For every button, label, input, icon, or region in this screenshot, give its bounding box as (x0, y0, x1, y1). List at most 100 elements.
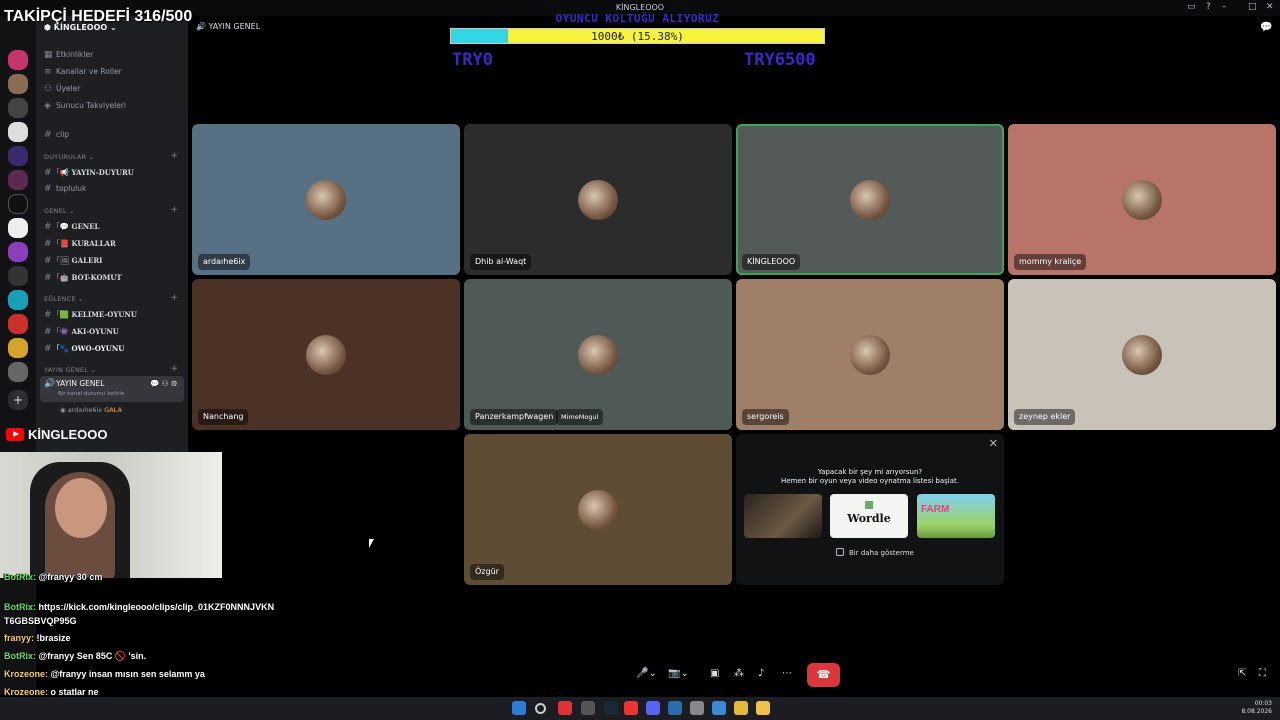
channel-aki-oyunu[interactable]: # ｢👾 AKI-OYUNU (44, 326, 119, 337)
channel-bot-komut[interactable]: # ｢🤖 BOT-KOMUT (44, 272, 122, 283)
discord-icon[interactable] (646, 701, 660, 715)
maximize-icon[interactable]: □ (1248, 2, 1257, 12)
chat-message: BotRix: https://kick.com/kingleooo/clips… (4, 602, 274, 612)
camera-off-icon[interactable]: 📷⌄ (668, 668, 689, 679)
search-icon[interactable] (535, 703, 546, 714)
app-icon[interactable] (581, 701, 595, 715)
fullscreen-icon[interactable]: ⛶ (1259, 668, 1266, 679)
chat-username: BotRix: (4, 602, 36, 612)
category-yayin[interactable]: YAYIN GENEL ⌄ (44, 366, 96, 374)
channel-clip[interactable]: # clip (44, 130, 69, 140)
participant-extra-tag: MimeMogul (556, 409, 604, 425)
participant-name: Özgür (470, 564, 504, 580)
server-icon[interactable] (8, 266, 28, 286)
category-eglence[interactable]: EĞLENCE ⌄ (44, 295, 84, 303)
microphone-icon[interactable]: 🎤⌄ (636, 668, 657, 679)
participant-tile[interactable]: sergoreis (736, 279, 1004, 430)
dont-show-again-checkbox[interactable]: Bir daha gösterme (836, 548, 914, 557)
app-icon[interactable] (734, 701, 748, 715)
server-rail: + (0, 16, 36, 694)
channel-galeri[interactable]: # ｢🖼 GALERI (44, 255, 102, 266)
add-channel-icon[interactable]: + (170, 364, 178, 374)
soundboard-icon[interactable]: ♪ (758, 668, 764, 679)
inbox-icon[interactable]: ▭ (1187, 2, 1196, 12)
participant-tile[interactable]: Özgür (464, 434, 732, 585)
channel-kurallar[interactable]: # ｢📕 KURALLAR (44, 238, 116, 249)
channel-topluluk[interactable]: # topluluk (44, 184, 86, 194)
disconnect-button[interactable]: ☎ (807, 663, 840, 687)
server-icon[interactable] (8, 314, 28, 334)
participant-tile[interactable]: ardaıhe6ix (192, 124, 460, 275)
participant-tile[interactable]: KİNGLEOOO (736, 124, 1004, 275)
voice-member[interactable]: ◉ ardaıhe6ix GALA (60, 406, 122, 414)
server-icon[interactable] (8, 242, 28, 262)
steam-icon[interactable] (604, 701, 618, 715)
participant-tile[interactable]: Dhib al-Waqt (464, 124, 732, 275)
participant-tile[interactable]: zeynep ekler (1008, 279, 1276, 430)
activities-icon[interactable]: ⁂ (734, 668, 744, 679)
activity-card-wordle[interactable]: Wordle (830, 494, 908, 538)
server-icon[interactable] (8, 338, 28, 358)
add-server-icon[interactable]: + (8, 390, 28, 410)
participant-name: Nanchang (198, 409, 249, 425)
add-channel-icon[interactable]: + (170, 151, 178, 161)
channel-kelime-oyunu[interactable]: # ｢🟩 KELIME-OYUNU (44, 309, 137, 320)
app-icon[interactable] (558, 701, 572, 715)
windows-start-icon[interactable] (512, 701, 526, 715)
app-icon[interactable] (624, 701, 638, 715)
server-icon[interactable] (8, 194, 28, 214)
youtube-icon (6, 428, 24, 441)
donation-progress-text: 1000₺ (15.38%) (591, 30, 684, 43)
minimize-icon[interactable]: – (1222, 2, 1227, 12)
server-icon[interactable] (8, 170, 28, 190)
channel-genel[interactable]: # ｢💬 GENEL (44, 221, 99, 232)
menu-members[interactable]: ⚇ Üyeler (44, 84, 80, 94)
activity-title: Yapacak bir şey mi arıyorsun? (817, 468, 923, 476)
channel-yayin-duyuru[interactable]: # ｢📢 YAYIN-DUYURU (44, 167, 134, 178)
app-icon[interactable] (712, 701, 726, 715)
chat-icon[interactable]: 💬 (1260, 22, 1272, 33)
activity-card-farm[interactable]: FARM (917, 494, 995, 538)
server-icon[interactable] (8, 98, 28, 118)
server-icon[interactable] (8, 218, 28, 238)
participant-tile[interactable]: Panzerkampfwagen MimeMogul (464, 279, 732, 430)
voice-channel-name: 🔊YAYIN GENEL (44, 379, 105, 389)
server-icon[interactable] (8, 74, 28, 94)
voice-channel-actions-icon[interactable]: 💬 ⚇ ⚙ (150, 379, 178, 388)
category-genel[interactable]: GENEL ⌄ (44, 207, 75, 215)
menu-channels-roles[interactable]: ≡ Kanallar ve Roller (44, 67, 122, 77)
channel-owo-oyunu[interactable]: # ｢🐾 OWO-OYUNU (44, 343, 124, 354)
participant-tile[interactable]: mommy kraliçe (1008, 124, 1276, 275)
close-icon[interactable]: ✕ (989, 437, 998, 450)
menu-boosts[interactable]: ◈ Sunucu Takviyeleri (44, 101, 126, 111)
server-icon[interactable] (8, 290, 28, 310)
close-icon[interactable]: ✕ (1266, 2, 1274, 12)
menu-events[interactable]: ▦ Etkinlikler (44, 50, 93, 60)
add-channel-icon[interactable]: + (170, 205, 178, 215)
clock[interactable]: 00:03 8.08.2026 (1241, 700, 1272, 716)
voice-channel-active[interactable]: 🔊YAYIN GENEL Bir kanal durumu belirle 💬 … (40, 376, 184, 402)
popout-icon[interactable]: ⇱ (1238, 668, 1246, 679)
server-icon[interactable] (8, 122, 28, 142)
avatar (578, 179, 618, 220)
settings-icon[interactable] (690, 701, 704, 715)
more-icon[interactable]: ⋯ (782, 668, 792, 679)
server-icon[interactable] (8, 146, 28, 166)
phone-hangup-icon: ☎ (816, 668, 831, 681)
server-icon[interactable] (8, 50, 28, 70)
call-controls: 🎤⌄ 📷⌄ ▣ ⁂ ♪ ⋯ ⇱ ⛶ (0, 660, 1280, 690)
help-icon[interactable]: ? (1206, 2, 1211, 12)
activity-card-game[interactable] (744, 494, 822, 538)
channel-status[interactable]: Bir kanal durumu belirle (58, 391, 124, 397)
add-channel-icon[interactable]: + (170, 293, 178, 303)
screen-share-icon[interactable]: ▣ (710, 668, 719, 679)
avatar (850, 334, 890, 375)
chat-username: BotRix: (4, 572, 36, 582)
category-duyurular[interactable]: DUYURULAR ⌄ (44, 153, 94, 161)
donation-progress-bar: 1000₺ (15.38%) (450, 28, 825, 44)
app-icon[interactable] (668, 701, 682, 715)
file-explorer-icon[interactable] (756, 701, 770, 715)
boost-icon: ◈ (44, 101, 51, 111)
participant-tile[interactable]: Nanchang (192, 279, 460, 430)
server-icon[interactable] (8, 362, 28, 382)
